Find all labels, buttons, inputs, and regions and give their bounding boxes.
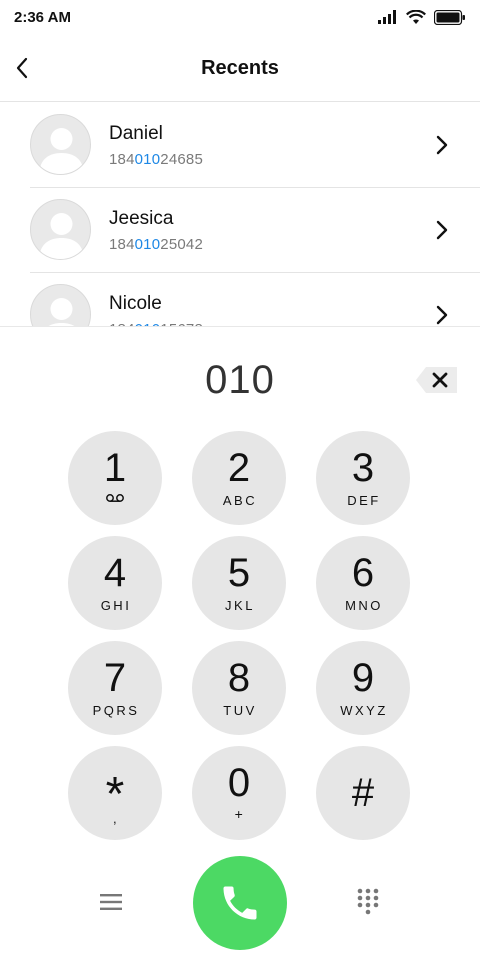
battery-icon: [434, 9, 465, 25]
key-digit: *: [105, 768, 125, 821]
dialpad-icon[interactable]: [355, 887, 381, 917]
avatar: [30, 284, 91, 327]
key-letters: DEF: [347, 493, 381, 508]
avatar: [30, 114, 91, 175]
key-5[interactable]: 5 JKL: [192, 536, 286, 630]
key-letters: TUV: [223, 703, 257, 718]
page-title: Recents: [201, 57, 279, 79]
key-letters: JKL: [225, 598, 255, 613]
key-digit: 3: [351, 446, 375, 490]
signal-icon: [378, 10, 396, 24]
voicemail-icon: [106, 494, 124, 502]
key-2[interactable]: 2 ABC: [192, 431, 286, 525]
person-icon: [39, 213, 84, 259]
key-digit: 6: [351, 551, 375, 595]
key-digit: 4: [103, 551, 127, 595]
status-time: 2:36 AM: [14, 9, 71, 26]
person-icon: [47, 298, 76, 327]
key-letters: ABC: [222, 493, 258, 508]
contact-row-nicole[interactable]: Nicole 18401015678: [0, 273, 480, 327]
key-letters: +: [234, 806, 246, 822]
key-digit: 7: [103, 656, 127, 700]
menu-icon[interactable]: [97, 888, 125, 916]
key-letters: ,: [112, 811, 120, 826]
wifi-icon: [406, 9, 426, 24]
key-letters: GHI: [100, 598, 132, 613]
key-digit: #: [351, 771, 375, 815]
key-9[interactable]: 9 WXYZ: [316, 641, 410, 735]
contact-name: Nicole: [109, 293, 162, 314]
key-digit: 2: [227, 446, 251, 490]
avatar: [30, 199, 91, 260]
key-star[interactable]: * ,: [68, 746, 162, 840]
key-6[interactable]: 6 MNO: [316, 536, 410, 630]
header: Recents: [0, 34, 480, 102]
key-0[interactable]: 0 +: [192, 746, 286, 840]
status-bar: 2:36 AM: [0, 0, 480, 34]
key-8[interactable]: 8 TUV: [192, 641, 286, 735]
phone-icon: [223, 886, 257, 920]
contact-name: Jeesica: [109, 208, 174, 229]
contact-name: Daniel: [109, 123, 163, 144]
key-letters: PQRS: [92, 703, 140, 718]
dial-input[interactable]: 010: [0, 358, 480, 403]
divider: [0, 326, 480, 327]
backspace-icon[interactable]: [414, 365, 458, 395]
key-hash[interactable]: #: [316, 746, 410, 840]
contact-row-daniel[interactable]: Daniel 18401024685: [0, 103, 480, 188]
status-icons: [378, 9, 466, 25]
key-letters: MNO: [345, 598, 383, 613]
key-digit: 1: [103, 446, 127, 490]
key-digit: 5: [227, 551, 251, 595]
key-digit: 8: [227, 656, 251, 700]
chevron-right-icon[interactable]: [430, 303, 454, 327]
recents-list: Daniel 18401024685 Jeesica 18401025042 N…: [0, 103, 480, 327]
key-3[interactable]: 3 DEF: [316, 431, 410, 525]
key-digit: 0: [227, 761, 251, 805]
chevron-right-icon[interactable]: [430, 218, 454, 242]
key-1[interactable]: 1: [68, 431, 162, 525]
person-icon: [39, 128, 84, 174]
key-letters: WXYZ: [340, 703, 388, 718]
key-7[interactable]: 7 PQRS: [68, 641, 162, 735]
call-button[interactable]: [193, 856, 287, 950]
key-digit: 9: [351, 656, 375, 700]
key-4[interactable]: 4 GHI: [68, 536, 162, 630]
chevron-right-icon[interactable]: [430, 133, 454, 157]
contact-row-jeesica[interactable]: Jeesica 18401025042: [0, 188, 480, 273]
contact-number: 18401024685: [109, 151, 203, 168]
contact-number: 18401025042: [109, 236, 203, 253]
